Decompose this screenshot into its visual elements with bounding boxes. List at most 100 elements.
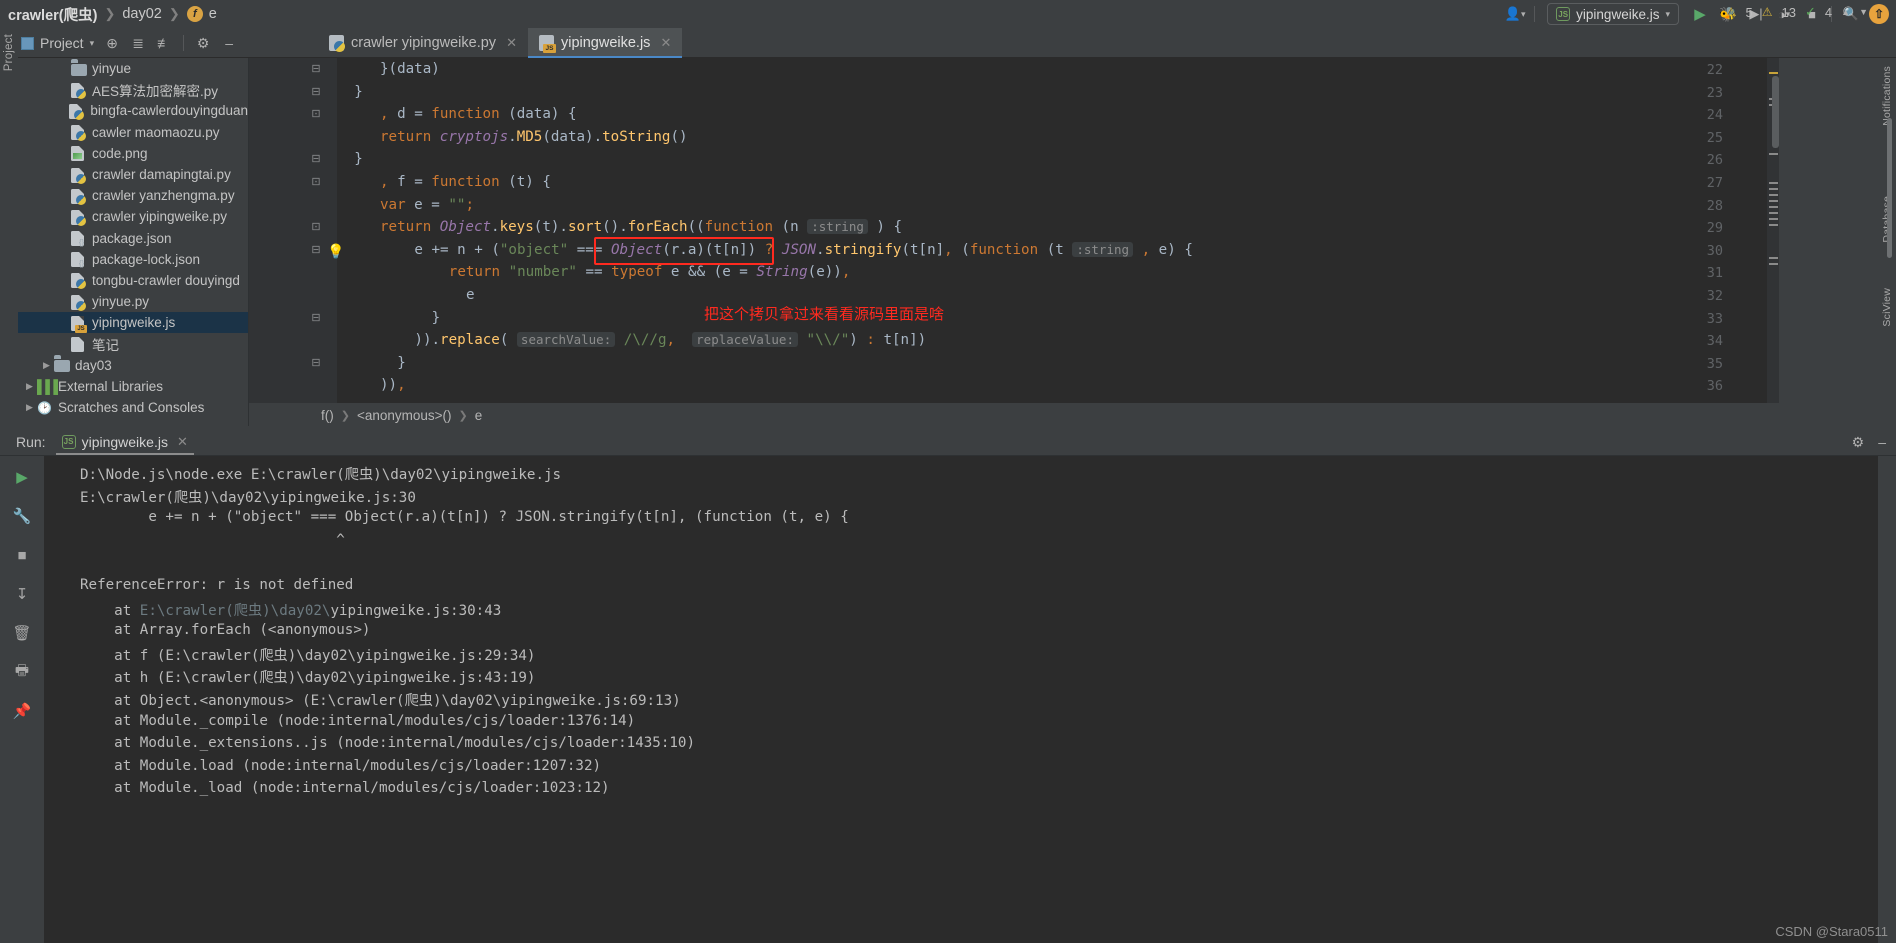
code-line[interactable]: } xyxy=(397,355,406,371)
code-line[interactable]: } xyxy=(432,310,441,326)
tree-item[interactable]: yinyue xyxy=(18,58,248,79)
code-line[interactable]: )).replace( searchValue: /\//g, replaceV… xyxy=(414,332,926,348)
code-editor[interactable]: 22 ⊟ 23 ⊟ 24 ⊡ 25 26 ⊟ 27 ⊡ 28 29 ⊡ 30 ⊟ 💡 31 32 33 ⊟ 34 35 ⊟ 36… xyxy=(249,58,1779,403)
update-icon[interactable]: ⇧ xyxy=(1866,2,1892,26)
tab-yipingweike-js[interactable]: yipingweike.js ✕ xyxy=(527,28,683,58)
tree-item-label: yinyue.py xyxy=(92,294,150,310)
gear-icon[interactable]: ⚙ xyxy=(1852,434,1865,451)
tree-item[interactable]: ▶ day03 xyxy=(18,355,248,376)
code-line[interactable]: e xyxy=(466,287,475,303)
tree-item-label: day03 xyxy=(75,357,112,373)
breadcrumb-project[interactable]: crawler(爬虫) xyxy=(8,4,97,25)
gear-icon[interactable]: ⚙ xyxy=(192,31,214,55)
tab-crawler-yipingweike-py[interactable]: crawler yipingweike.py ✕ xyxy=(318,28,528,58)
run-tab-label: yipingweike.js xyxy=(81,433,168,450)
code-line[interactable]: return Object.keys(t).sort().forEach((fu… xyxy=(380,219,902,235)
stop-icon[interactable]: ■ xyxy=(11,544,33,566)
tree-item[interactable]: 笔记 xyxy=(18,333,248,354)
code-line[interactable]: var e = ""; xyxy=(380,197,474,213)
code-fold-icon[interactable]: ⊡ xyxy=(309,175,323,188)
project-icon xyxy=(21,36,34,50)
code-fold-icon[interactable]: ⊟ xyxy=(309,152,323,165)
minimize-icon[interactable]: – xyxy=(1878,434,1886,450)
user-icon[interactable]: 👤 ▾ xyxy=(1502,2,1528,26)
code-fold-icon[interactable]: ⊟ xyxy=(309,243,323,256)
tree-item[interactable]: bingfa-cawlerdouyingduan xyxy=(18,100,248,121)
hide-icon[interactable]: – xyxy=(218,31,240,55)
project-tree[interactable]: yinyue AES算法加密解密.py bingfa-cawlerdouyingdu… xyxy=(18,58,248,426)
breadcrumb-symbol[interactable]: e xyxy=(209,6,217,22)
breadcrumb-anonymous[interactable]: <anonymous>() xyxy=(357,408,452,423)
tree-item[interactable]: package-lock.json xyxy=(18,249,248,270)
code-fold-icon[interactable]: ⊟ xyxy=(309,62,323,75)
tree-item[interactable]: ▶ 🕑 Scratches and Consoles xyxy=(18,397,248,418)
editor-gutter[interactable] xyxy=(249,58,337,403)
code-fold-icon[interactable]: ⊟ xyxy=(309,311,323,324)
breadcrumb-folder[interactable]: day02 xyxy=(122,6,162,22)
code-line[interactable]: } xyxy=(354,84,363,100)
code-fold-icon[interactable]: ⊡ xyxy=(309,220,323,233)
console-line: at Module.load (node:internal/modules/cj… xyxy=(80,757,602,774)
strip-label-notifications[interactable]: Notifications xyxy=(1881,66,1893,126)
pin-icon[interactable]: 📌 xyxy=(11,700,33,722)
editor-tabs: crawler yipingweike.py ✕ yipingweike.js … xyxy=(318,28,683,58)
python-file-icon xyxy=(71,209,87,226)
code-line[interactable]: return cryptojs.MD5(data).toString() xyxy=(380,129,688,145)
close-icon[interactable]: ✕ xyxy=(177,434,188,450)
tree-item[interactable]: tongbu-crawler douyingd xyxy=(18,270,248,291)
scroll-down-icon[interactable]: ↧ xyxy=(11,583,33,605)
rerun-icon[interactable]: ▶ xyxy=(11,466,33,488)
tree-item[interactable]: crawler yipingweike.py xyxy=(18,206,248,227)
expand-arrow-icon[interactable]: ▶ xyxy=(22,381,37,392)
close-icon[interactable]: ✕ xyxy=(506,35,517,51)
run-configuration-selector[interactable]: JS yipingweike.js ▾ xyxy=(1547,3,1679,25)
tree-item[interactable]: ▶ ▌▌▌ External Libraries xyxy=(18,376,248,397)
code-line[interactable]: } xyxy=(354,151,363,167)
expand-arrow-icon[interactable]: ▶ xyxy=(22,402,37,413)
code-line[interactable]: , d = function (data) { xyxy=(380,106,577,122)
code-fold-icon[interactable]: ⊟ xyxy=(309,85,323,98)
tree-item-label: package-lock.json xyxy=(92,251,201,267)
inspection-widget[interactable]: ⚠ 5 ⚠ 13 ✓ 4 ▲ ▼ xyxy=(1726,4,1868,20)
breadcrumb-bar: crawler(爬虫) ❯ day02 ❯ f e 👤 ▾ JS yipingwe… xyxy=(0,0,1896,28)
code-text-area[interactable]: }(data)} , d = function (data) { return cr… xyxy=(337,58,1779,403)
close-icon[interactable]: ✕ xyxy=(660,35,671,51)
wrench-icon[interactable]: 🔧 xyxy=(11,505,33,527)
strip-label-sciview[interactable]: SciView xyxy=(1881,288,1893,327)
code-line[interactable]: return "number" == typeof e && (e = Stri… xyxy=(449,264,851,280)
code-fold-icon[interactable]: ⊟ xyxy=(309,356,323,369)
tree-item[interactable]: package.json xyxy=(18,228,248,249)
tree-vertical-scrollbar[interactable] xyxy=(1887,118,1892,258)
expand-arrow-icon[interactable]: ▶ xyxy=(39,360,54,371)
tree-item[interactable]: crawler damapingtai.py xyxy=(18,164,248,185)
code-line[interactable]: e += n + ("object" === Object(r.a)(t[n])… xyxy=(414,241,1193,258)
console-line: at f (E:\crawler(爬虫)\day02\yipingweike.j… xyxy=(80,647,536,664)
code-line[interactable]: )), xyxy=(380,377,406,393)
chevron-up-icon[interactable]: ▲ xyxy=(1841,7,1850,17)
code-line[interactable]: , f = function (t) { xyxy=(380,174,551,190)
tree-item[interactable]: crawler yanzhengma.py xyxy=(18,185,248,206)
tree-item[interactable]: code.png xyxy=(18,143,248,164)
expand-all-icon[interactable]: ≣ xyxy=(127,31,149,55)
breadcrumb-function[interactable]: f() xyxy=(321,408,334,423)
breadcrumb-variable[interactable]: e xyxy=(475,408,483,423)
print-icon[interactable]: 🖶 xyxy=(11,661,33,683)
chevron-right-icon: ❯ xyxy=(340,409,350,422)
tree-item[interactable]: cawler maomaozu.py xyxy=(18,122,248,143)
chevron-down-icon[interactable]: ▼ xyxy=(1859,7,1868,17)
locate-icon[interactable]: ⊕ xyxy=(101,31,123,55)
tree-item[interactable]: yipingweike.js xyxy=(18,312,248,334)
editor-vertical-scrollbar[interactable] xyxy=(1772,76,1779,148)
collapse-all-icon[interactable]: ≢ xyxy=(153,31,175,55)
run-icon[interactable]: ▶ xyxy=(1687,2,1713,26)
run-tab-yipingweike-js[interactable]: JS yipingweike.js ✕ xyxy=(55,428,195,455)
code-line[interactable]: }(data) xyxy=(380,61,440,77)
trash-icon[interactable]: 🗑 xyxy=(11,622,33,644)
code-fold-icon[interactable]: ⊡ xyxy=(309,107,323,120)
tree-item[interactable]: AES算法加密解密.py xyxy=(18,79,248,100)
tree-item[interactable]: yinyue.py xyxy=(18,291,248,312)
strip-label-project[interactable]: Project xyxy=(3,34,15,71)
run-console-output[interactable]: D:\Node.js\node.exe E:\crawler(爬虫)\day02… xyxy=(44,456,1878,943)
project-view-selector[interactable]: Project ▾ xyxy=(18,35,97,51)
console-line: ReferenceError: r is not defined xyxy=(80,577,354,593)
